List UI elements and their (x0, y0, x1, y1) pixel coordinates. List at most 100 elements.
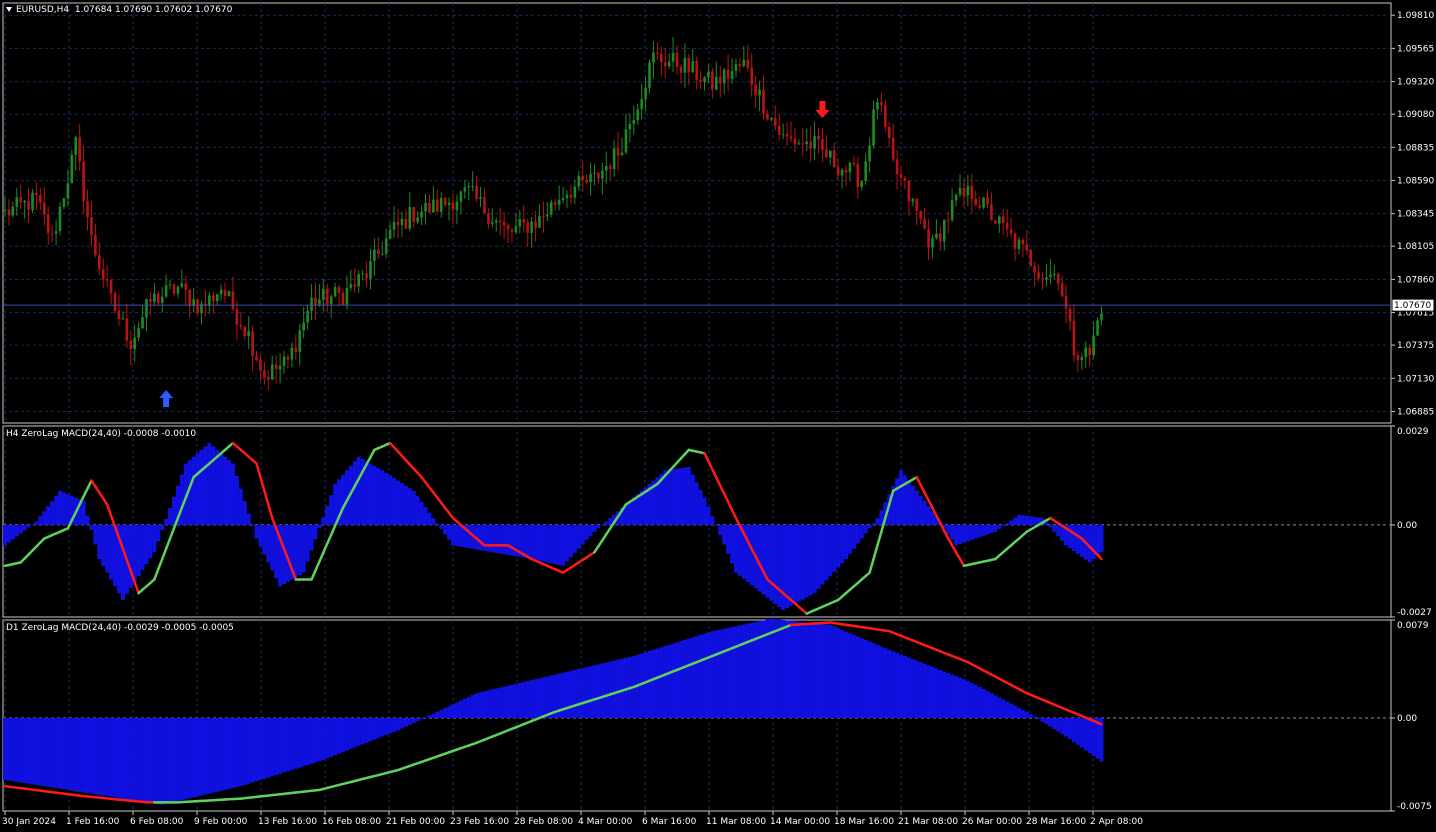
candle-body (208, 295, 211, 306)
d1-histogram-bar (321, 717, 326, 760)
candle-body (357, 274, 360, 287)
d1-histogram-bar (258, 717, 263, 780)
candle-body (542, 215, 545, 217)
h4-signal-segment (730, 508, 738, 520)
candle-body (369, 260, 372, 279)
d1-histogram-bar (34, 717, 39, 785)
h4-signal-segment (157, 557, 164, 571)
d1-histogram-bar (844, 631, 849, 718)
h4-signal-segment (939, 521, 946, 533)
h4-histogram-bar (596, 524, 601, 529)
h4-histogram-bar (1056, 524, 1061, 537)
d1-histogram-bar (659, 647, 664, 718)
candle-body (404, 218, 408, 229)
x-tick-label: 9 Feb 00:00 (194, 817, 248, 827)
candle-body (298, 330, 302, 353)
h4-histogram-bar (105, 524, 110, 573)
d1-histogram-bar (726, 627, 731, 718)
candle-body (758, 89, 761, 96)
h4-histogram-bar (600, 524, 605, 526)
y-tick-label: 1.08105 (1397, 242, 1434, 252)
h4-histogram-bar (961, 524, 966, 543)
d1-histogram-bar (722, 628, 727, 718)
h4-signal-segment (711, 468, 718, 479)
h4-signal-segment (703, 452, 710, 463)
h4-histogram-bar (502, 524, 507, 555)
h4-signal-segment (719, 484, 726, 496)
d1-histogram-bar (741, 624, 746, 718)
buy-arrow-icon (159, 390, 174, 407)
d1-histogram-bar (1013, 705, 1018, 718)
candle-body (188, 289, 192, 307)
candle-body (164, 285, 168, 297)
candle-body (660, 53, 663, 63)
h4-histogram-bar (922, 501, 927, 525)
h4-histogram-bar (580, 524, 585, 545)
d1-histogram-bar (836, 628, 841, 718)
d1-histogram-bar (207, 717, 212, 794)
h4-histogram-bar (765, 524, 770, 598)
d1-histogram-bar (356, 717, 361, 746)
d1-histogram-bar (879, 646, 884, 718)
h4-histogram-bar (997, 524, 1002, 529)
candle-body (766, 113, 769, 120)
symbol-header[interactable]: EURUSD,H4 1.07684 1.07690 1.07602 1.0767… (6, 5, 232, 15)
candle-body (935, 233, 938, 238)
d1-histogram-bar (399, 717, 404, 729)
h4-histogram-bar (533, 524, 538, 560)
d1-histogram-bar (360, 717, 365, 745)
d1-histogram-bar (3, 717, 7, 780)
d1-histogram-bar (396, 717, 400, 731)
candle-body (310, 297, 313, 311)
d1-histogram-bar (1040, 717, 1045, 722)
h4-histogram-bar (1001, 524, 1006, 527)
candle-body (1001, 216, 1005, 223)
d1-histogram-bar (863, 639, 868, 718)
x-tick-label: 6 Mar 16:00 (642, 817, 697, 827)
candle-body (770, 118, 773, 120)
candle-body (388, 229, 392, 239)
dropdown-triangle-icon[interactable] (6, 7, 12, 12)
candle-body (479, 197, 482, 199)
d1-histogram-bar (160, 717, 165, 805)
candle-body (46, 214, 50, 234)
h4-histogram-bar (30, 524, 35, 525)
candle-body (884, 104, 887, 127)
h4-histogram-bar (840, 524, 845, 564)
h4-histogram-bar (164, 518, 169, 525)
candle-body (946, 219, 950, 221)
candle-body (793, 138, 797, 145)
h4-histogram-bar (568, 524, 573, 558)
h4-signal-segment (310, 569, 317, 581)
h4-histogram-bar (859, 524, 864, 539)
h4-histogram-bar (733, 524, 738, 573)
h4-histogram-bar (403, 485, 408, 525)
h4-histogram-bar (553, 524, 558, 565)
candle-body (950, 200, 954, 220)
h4-histogram-bar (3, 524, 7, 546)
candle-body (39, 194, 42, 203)
h4-histogram-bar (706, 507, 711, 525)
h4-histogram-bar (191, 456, 196, 525)
d1-histogram-bar (1068, 717, 1073, 740)
candle-body (180, 283, 184, 287)
d1-histogram-bar (282, 717, 287, 773)
h4-histogram-bar (1013, 517, 1018, 525)
d1-histogram-bar (1083, 717, 1088, 751)
candle-body (585, 179, 588, 183)
candle-body (1041, 278, 1044, 280)
h4-histogram-bar (152, 524, 157, 553)
h4-histogram-bar (340, 474, 345, 525)
h4-histogram-bar (722, 524, 727, 545)
candle-body (1072, 321, 1076, 356)
d1-histogram-bar (337, 717, 342, 754)
d1-histogram-bar (895, 652, 900, 718)
candle-body (483, 197, 486, 214)
trading-chart[interactable]: 1.09810 1.09565 1.09320 1.09080 1.08835 1.085… (0, 0, 1436, 832)
d1-histogram-bar (388, 717, 393, 734)
candle-body (333, 287, 337, 297)
h4-histogram-bar (1020, 515, 1025, 525)
candle-body (27, 200, 30, 210)
d1-histogram-bar (887, 649, 892, 718)
h4-histogram-bar (372, 465, 377, 525)
